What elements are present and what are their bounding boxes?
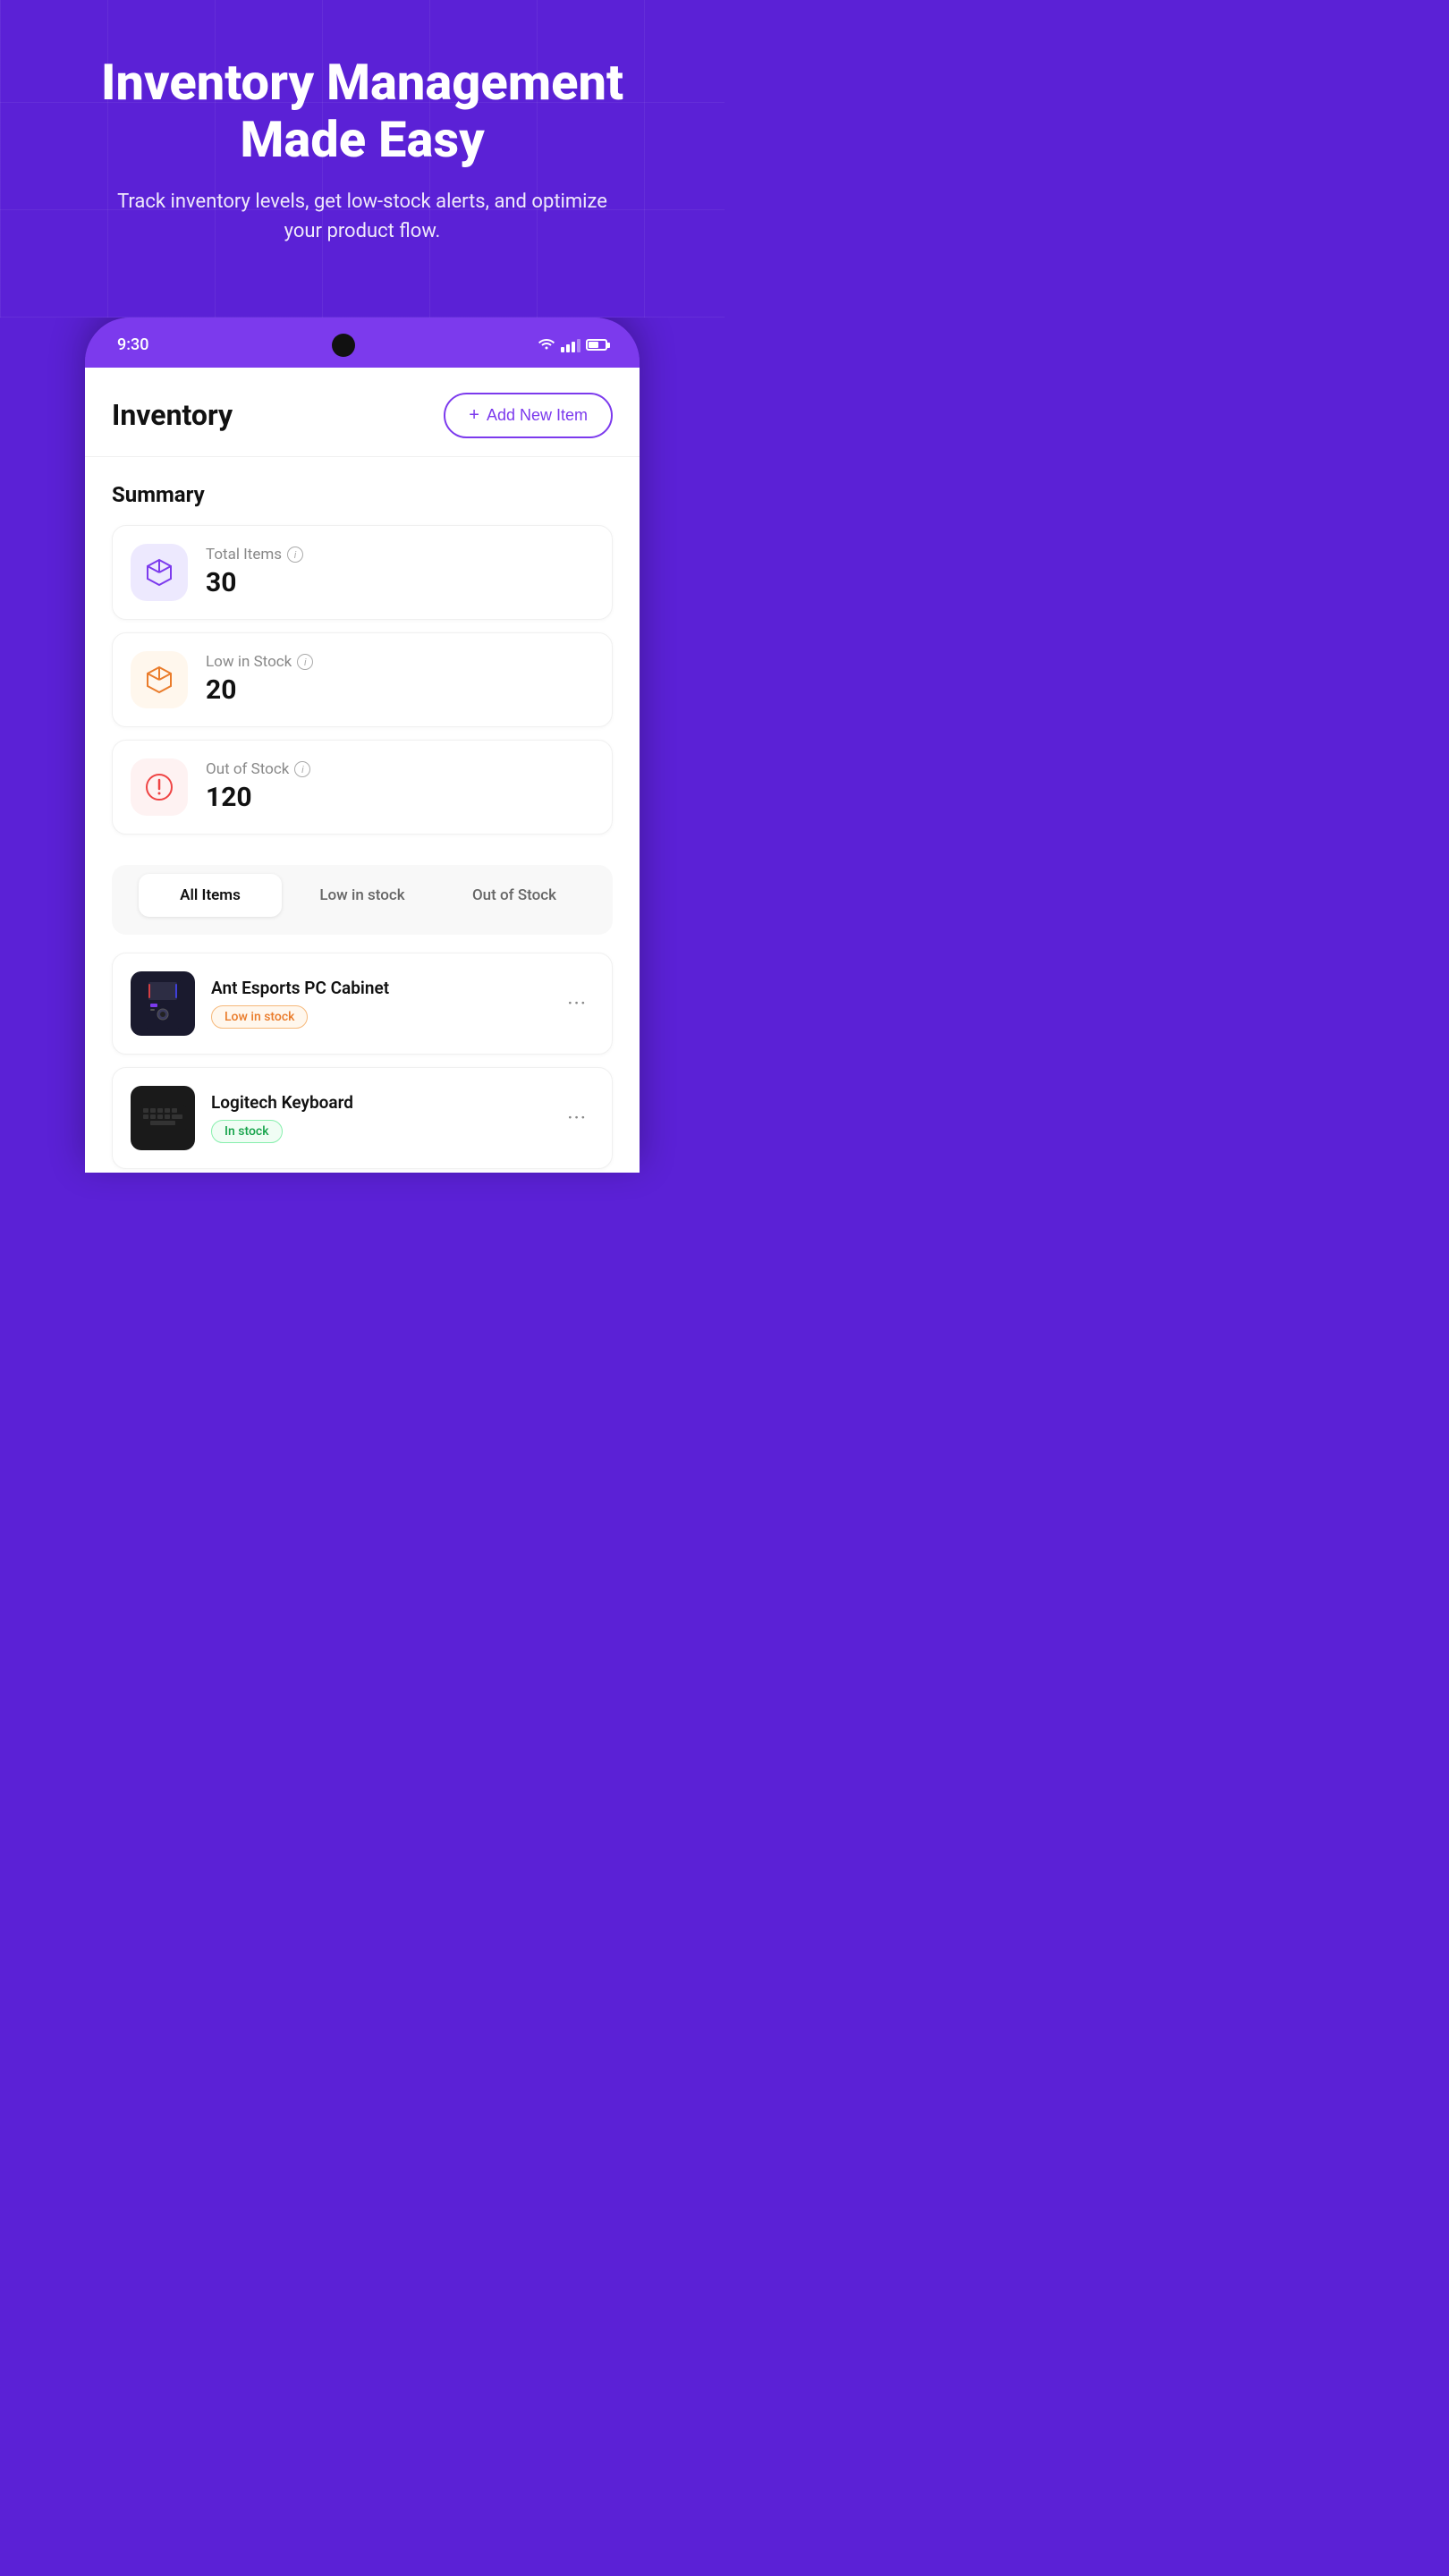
tab-all-items[interactable]: All Items [139, 874, 282, 917]
pc-cabinet-name: Ant Esports PC Cabinet [211, 978, 544, 998]
wifi-icon [538, 336, 555, 353]
summary-title: Summary [112, 482, 613, 507]
total-items-value: 30 [206, 567, 303, 598]
out-of-stock-label: Out of Stock i [206, 760, 310, 778]
total-items-info: Total Items i 30 [206, 546, 303, 598]
status-icons [538, 336, 607, 353]
low-stock-icon-wrap [131, 651, 188, 708]
hero-subtitle: Track inventory levels, get low-stock al… [116, 187, 608, 246]
total-items-icon-wrap [131, 544, 188, 601]
item-list: Ant Esports PC Cabinet Low in stock ··· [85, 953, 640, 1169]
keyboard-svg [138, 1101, 188, 1135]
out-of-stock-card: Out of Stock i 120 [112, 740, 613, 835]
keyboard-name: Logitech Keyboard [211, 1092, 544, 1113]
pc-cabinet-badge: Low in stock [211, 1005, 308, 1029]
add-button-label: Add New Item [487, 406, 588, 425]
box-warning-icon [143, 664, 175, 696]
camera-cutout [332, 334, 355, 357]
status-time: 9:30 [117, 335, 148, 354]
battery-icon [586, 339, 607, 351]
tab-low-in-stock[interactable]: Low in stock [291, 874, 434, 917]
add-new-item-button[interactable]: + Add New Item [444, 393, 613, 438]
out-of-stock-info: Out of Stock i 120 [206, 760, 310, 813]
alert-icon [143, 771, 175, 803]
app-header: Inventory + Add New Item [85, 368, 640, 457]
total-items-label: Total Items i [206, 546, 303, 564]
hero-section: Inventory Management Made Easy Track inv… [0, 0, 724, 318]
low-stock-info-icon: i [297, 654, 313, 670]
hero-title: Inventory Management Made Easy [54, 54, 671, 169]
pc-cabinet-svg [138, 977, 188, 1030]
filter-tabs: All Items Low in stock Out of Stock [112, 865, 613, 935]
out-of-stock-info-icon: i [294, 761, 310, 777]
low-stock-value: 20 [206, 674, 313, 706]
box-icon [143, 556, 175, 589]
app-content: Inventory + Add New Item Summary [85, 368, 640, 1173]
signal-icon [561, 338, 580, 352]
pc-cabinet-image [131, 971, 195, 1036]
keyboard-badge: In stock [211, 1120, 283, 1143]
keyboard-image [131, 1086, 195, 1150]
tab-out-of-stock[interactable]: Out of Stock [443, 874, 586, 917]
app-title: Inventory [112, 398, 233, 432]
low-stock-info: Low in Stock i 20 [206, 653, 313, 706]
pc-cabinet-info: Ant Esports PC Cabinet Low in stock [211, 978, 544, 1029]
phone-container: 9:30 [0, 318, 724, 1173]
out-of-stock-value: 120 [206, 782, 310, 813]
list-item: Logitech Keyboard In stock ··· [112, 1067, 613, 1169]
low-stock-label: Low in Stock i [206, 653, 313, 671]
list-item: Ant Esports PC Cabinet Low in stock ··· [112, 953, 613, 1055]
out-of-stock-icon-wrap [131, 758, 188, 816]
pc-cabinet-menu-button[interactable]: ··· [560, 987, 594, 1020]
keyboard-info: Logitech Keyboard In stock [211, 1092, 544, 1143]
status-bar: 9:30 [85, 318, 640, 368]
keyboard-menu-button[interactable]: ··· [560, 1102, 594, 1134]
total-items-card: Total Items i 30 [112, 525, 613, 620]
phone-mockup: 9:30 [85, 318, 640, 1173]
summary-section: Summary Total Items i 30 [85, 457, 640, 865]
total-items-info-icon: i [287, 547, 303, 563]
low-stock-card: Low in Stock i 20 [112, 632, 613, 727]
plus-icon: + [469, 405, 479, 426]
